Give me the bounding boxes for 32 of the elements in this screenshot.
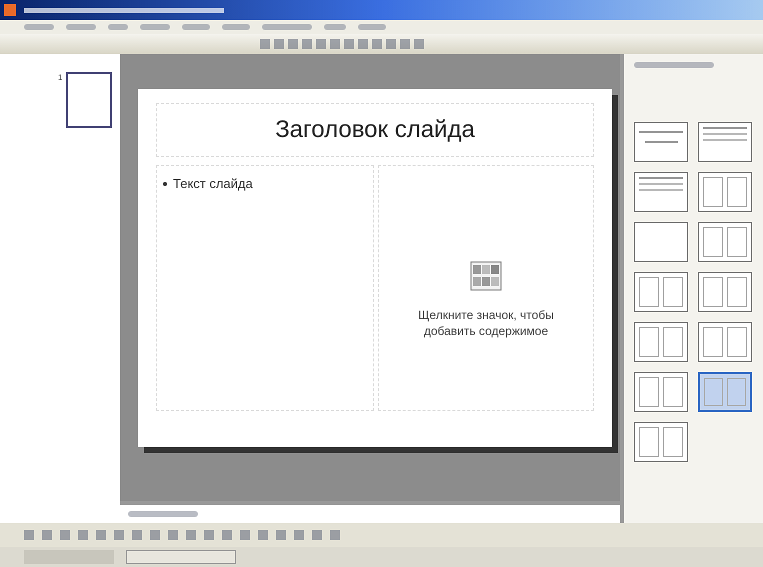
layout-thumbnail[interactable] — [698, 172, 752, 212]
layout-thumbnail[interactable] — [634, 222, 688, 262]
slide-bullet-text: Текст слайда — [173, 175, 253, 193]
content-hint: Щелкните значок, чтобы добавить содержимое — [417, 307, 555, 339]
menu-entry-blur — [140, 24, 170, 30]
taskbar-button[interactable] — [126, 550, 236, 564]
slide-number: 1 — [58, 72, 62, 84]
layout-thumbnail[interactable] — [698, 322, 752, 362]
menu-entry-blur — [358, 24, 386, 30]
layout-thumbnail[interactable] — [634, 272, 688, 312]
layout-thumbnail[interactable] — [634, 322, 688, 362]
layout-thumbnail[interactable] — [634, 172, 688, 212]
layout-thumbnail[interactable] — [698, 222, 752, 262]
menu-entry-blur — [24, 24, 54, 30]
slide-title: Заголовок слайда — [156, 103, 594, 157]
notes-text-blur — [128, 511, 198, 517]
app-icon — [4, 4, 16, 16]
layout-thumbnail[interactable] — [698, 122, 752, 162]
slide-thumbnail[interactable] — [66, 72, 112, 128]
menu-entry-blur — [324, 24, 346, 30]
menu-entry-blur — [108, 24, 128, 30]
layout-thumbnail[interactable] — [698, 272, 752, 312]
layout-thumbnail[interactable] — [698, 372, 752, 412]
layout-thumbnail[interactable] — [634, 422, 688, 462]
layout-thumbnail[interactable] — [634, 372, 688, 412]
menu-entry-blur — [182, 24, 210, 30]
menu-entry-blur — [262, 24, 312, 30]
menu-entry-blur — [222, 24, 250, 30]
menu-entry-blur — [66, 24, 96, 30]
layout-thumbnail[interactable] — [634, 122, 688, 162]
bullet-icon — [163, 182, 167, 186]
content-icons-icon[interactable] — [470, 261, 502, 291]
